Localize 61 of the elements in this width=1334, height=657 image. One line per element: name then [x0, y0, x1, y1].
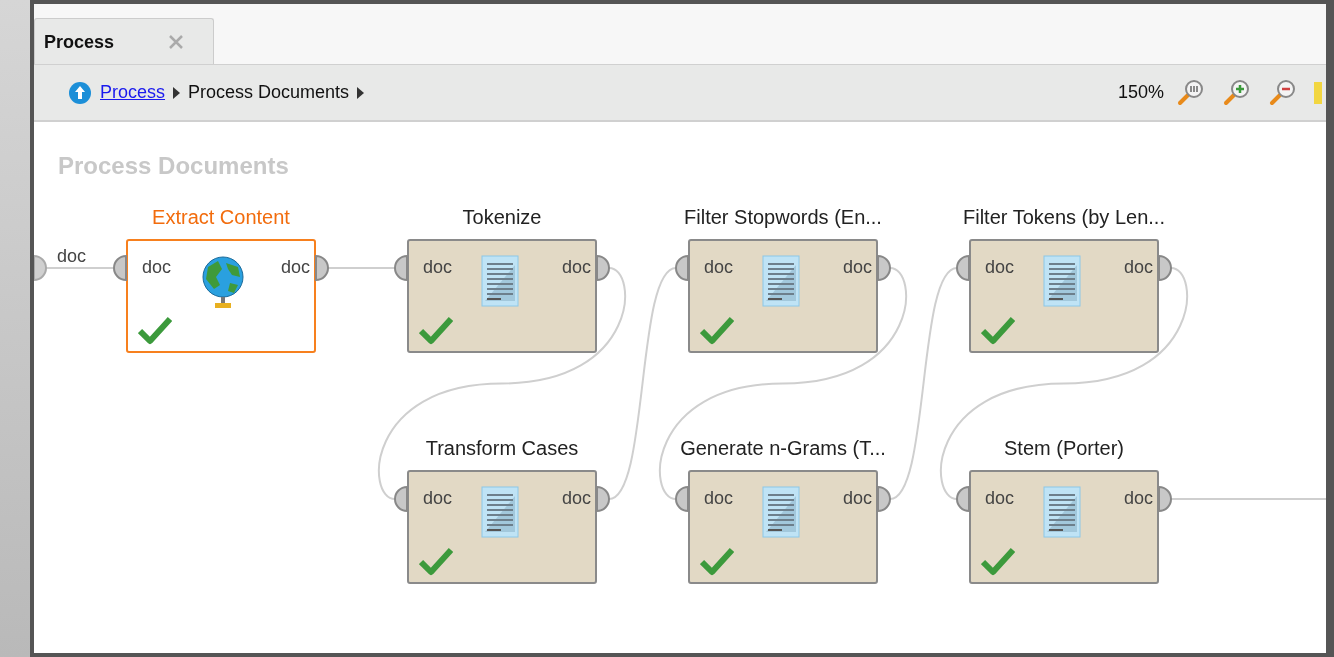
output-port[interactable] [1158, 255, 1172, 281]
input-port[interactable] [675, 486, 689, 512]
document-icon [481, 255, 519, 307]
globe-icon [200, 255, 246, 311]
operator-title: Filter Tokens (by Len... [962, 205, 1166, 229]
operator-node[interactable]: doc doc [688, 239, 878, 353]
output-port[interactable] [596, 486, 610, 512]
port-label: doc [280, 257, 310, 277]
document-icon [481, 486, 519, 538]
output-port[interactable] [315, 255, 329, 281]
document-icon [1043, 255, 1081, 307]
port-label: doc [704, 488, 734, 508]
port-label: doc [842, 488, 872, 508]
operator-node[interactable]: doc doc [969, 470, 1159, 584]
chevron-icon[interactable] [357, 86, 365, 99]
output-port[interactable] [877, 255, 891, 281]
port-label: doc [561, 257, 591, 277]
operator-node[interactable]: doc doc [969, 239, 1159, 353]
zoom-out-icon[interactable] [1268, 78, 1296, 107]
operator-title: Extract Content [151, 205, 291, 229]
port-label: doc [561, 488, 591, 508]
operator-title: Filter Stopwords (En... [683, 205, 883, 229]
process-tab[interactable]: Process [34, 18, 214, 65]
zoom-level: 150% [1117, 81, 1164, 104]
operator-title: Generate n-Grams (T... [679, 436, 887, 460]
operator-node[interactable]: doc doc [126, 239, 316, 353]
operator-title: Stem (Porter) [1003, 436, 1125, 460]
port-label: doc [842, 257, 872, 277]
operator-node[interactable]: doc doc [407, 239, 597, 353]
close-icon[interactable] [168, 34, 184, 50]
zoom-in-icon[interactable] [1222, 78, 1250, 107]
input-port[interactable] [956, 255, 970, 281]
port-label: doc [985, 257, 1015, 277]
input-port[interactable] [956, 486, 970, 512]
operator-node[interactable]: doc doc [688, 470, 878, 584]
output-port[interactable] [1158, 486, 1172, 512]
process-input-port[interactable] [34, 255, 48, 281]
port-label: doc [423, 257, 453, 277]
input-port[interactable] [394, 255, 408, 281]
port-label: doc [57, 246, 87, 266]
document-icon [1043, 486, 1081, 538]
port-label: doc [1123, 488, 1153, 508]
breadcrumb-link[interactable]: Process [100, 79, 166, 106]
document-icon [762, 255, 800, 307]
input-port[interactable] [113, 255, 127, 281]
output-port[interactable] [877, 486, 891, 512]
breadcrumb-current: Process Documents [188, 81, 350, 104]
port-label: doc [423, 488, 453, 508]
output-port[interactable] [596, 255, 610, 281]
operator-title: Transform Cases [424, 436, 580, 460]
document-icon [762, 486, 800, 538]
port-label: doc [142, 257, 172, 277]
operator-title: Tokenize [461, 205, 543, 229]
port-label: doc [704, 257, 734, 277]
chevron-icon[interactable] [173, 86, 181, 99]
input-port[interactable] [675, 255, 689, 281]
port-label: doc [1123, 257, 1153, 277]
zoom-fit-icon[interactable] [1176, 78, 1204, 107]
input-port[interactable] [394, 486, 408, 512]
port-label: doc [985, 488, 1015, 508]
operator-node[interactable]: doc doc [407, 470, 597, 584]
